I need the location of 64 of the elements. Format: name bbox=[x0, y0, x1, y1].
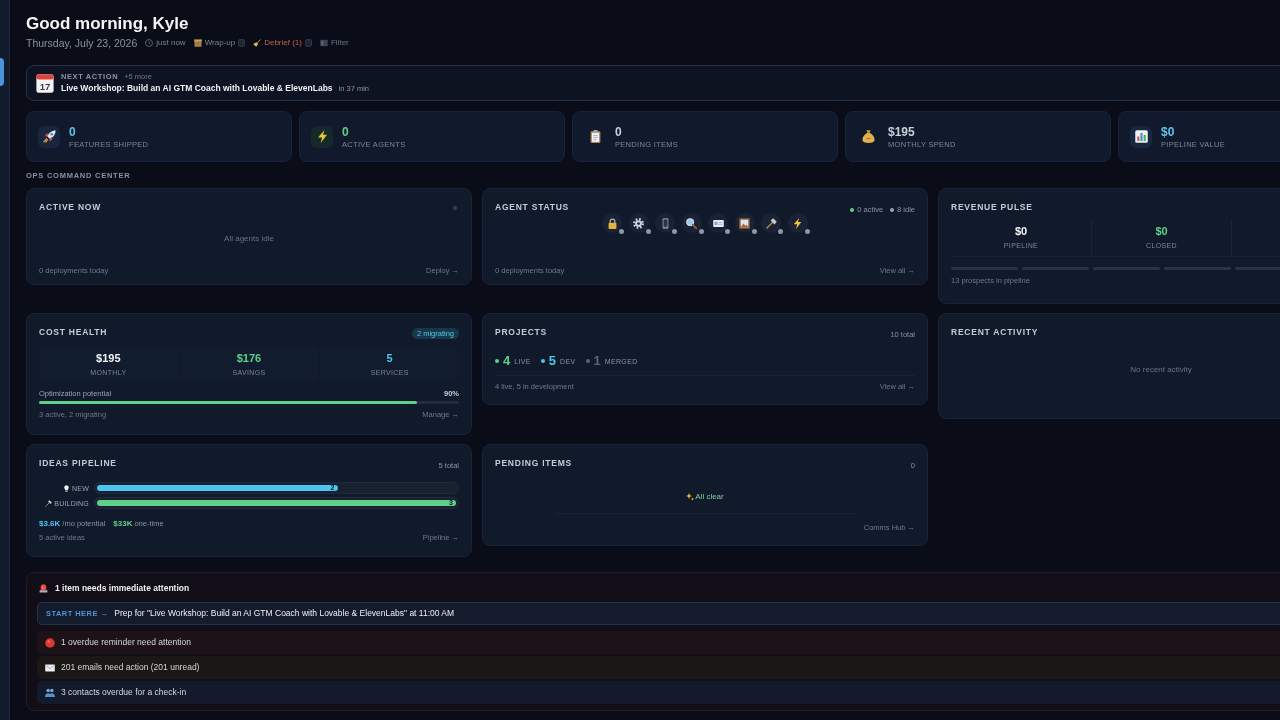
attention-item[interactable]: 201 emails need action (201 unread) bbox=[37, 656, 1280, 679]
stat-value: 0 bbox=[69, 124, 77, 139]
card-title: AGENT STATUS bbox=[495, 202, 570, 213]
light-bulb-icon bbox=[63, 484, 71, 492]
box-icon bbox=[193, 39, 202, 47]
empty-state-text: All agents idle bbox=[224, 234, 274, 244]
envelope-icon bbox=[45, 662, 55, 673]
card-title: COST HEALTH bbox=[39, 327, 108, 338]
broom-icon bbox=[253, 39, 262, 47]
card-title: PENDING ITEMS bbox=[495, 458, 572, 469]
metric-value: $0 bbox=[1014, 225, 1028, 238]
project-count: 4 bbox=[503, 353, 511, 369]
circle-icon bbox=[45, 637, 55, 648]
project-count: 1 bbox=[593, 353, 601, 369]
sparkles-icon bbox=[686, 493, 695, 501]
calendar-icon: 17 bbox=[36, 73, 54, 93]
metric-value: $195 bbox=[96, 352, 121, 365]
framed-picture-icon[interactable] bbox=[734, 213, 755, 233]
stat-value: $0 bbox=[1161, 124, 1176, 139]
sidebar-tab[interactable] bbox=[0, 58, 4, 86]
lightning-icon[interactable] bbox=[787, 213, 808, 233]
meta-label: Wrap-up bbox=[204, 38, 236, 48]
card-title: ACTIVE NOW bbox=[39, 202, 101, 213]
stat-value: 0 bbox=[342, 124, 350, 139]
hammer-icon[interactable] bbox=[761, 213, 782, 233]
card-title: PROJECTS bbox=[495, 327, 547, 338]
project-count: 5 bbox=[548, 353, 557, 369]
magnifier-icon[interactable] bbox=[681, 213, 702, 233]
next-step-text: Prep for "Live Workshop: Build an AI GTM Coach with Lovable & ElevenLabs" at 11:00 AM bbox=[114, 608, 455, 619]
empty-state-text: All clear bbox=[695, 492, 724, 502]
empty-state-text: No recent activity bbox=[1130, 365, 1192, 375]
attention-item[interactable]: 3 contacts overdue for a check-in bbox=[37, 681, 1280, 704]
meta-label: just now bbox=[156, 38, 186, 48]
meta-label: Filter bbox=[331, 38, 349, 48]
card-title: REVENUE PULSE bbox=[951, 202, 1033, 213]
bar-chart-icon bbox=[1130, 125, 1152, 148]
attention-title: 1 item needs immediate attention bbox=[55, 582, 190, 594]
siren-icon bbox=[39, 583, 48, 593]
metric-value: $176 bbox=[236, 352, 262, 365]
stat-value: $195 bbox=[888, 124, 916, 139]
panel-icon bbox=[320, 39, 328, 47]
people-icon bbox=[45, 687, 55, 698]
meta-label: Debrief (1) bbox=[264, 38, 302, 48]
potential-value: $33K bbox=[113, 519, 133, 528]
lightning-icon bbox=[311, 125, 333, 148]
attention-item[interactable]: 1 overdue reminder need attention bbox=[37, 631, 1280, 654]
clock-icon bbox=[145, 39, 154, 47]
gear-icon[interactable] bbox=[628, 213, 649, 233]
clipboard-icon bbox=[589, 130, 602, 143]
date-text: Thursday, July 23, 2026 bbox=[26, 37, 138, 49]
card-title: RECENT ACTIVITY bbox=[951, 327, 1039, 338]
card-title: IDEAS PIPELINE bbox=[39, 458, 117, 469]
hammer-icon bbox=[45, 499, 53, 507]
money-bag-icon bbox=[862, 130, 875, 143]
phone-icon[interactable] bbox=[655, 213, 676, 233]
id-card-icon[interactable] bbox=[708, 213, 729, 233]
potential-value: $3.6K bbox=[39, 519, 61, 528]
metric-value: $0 bbox=[1155, 225, 1168, 238]
next-action-title: Live Workshop: Build an AI GTM Coach with Lovable & ElevenLabs bbox=[61, 83, 333, 94]
metric-value: 5 bbox=[386, 352, 393, 365]
padlock-icon[interactable] bbox=[602, 213, 623, 233]
rocket-icon bbox=[38, 125, 60, 148]
greeting-heading: Good morning, Kyle bbox=[26, 14, 189, 34]
stat-value: 0 bbox=[615, 124, 623, 139]
